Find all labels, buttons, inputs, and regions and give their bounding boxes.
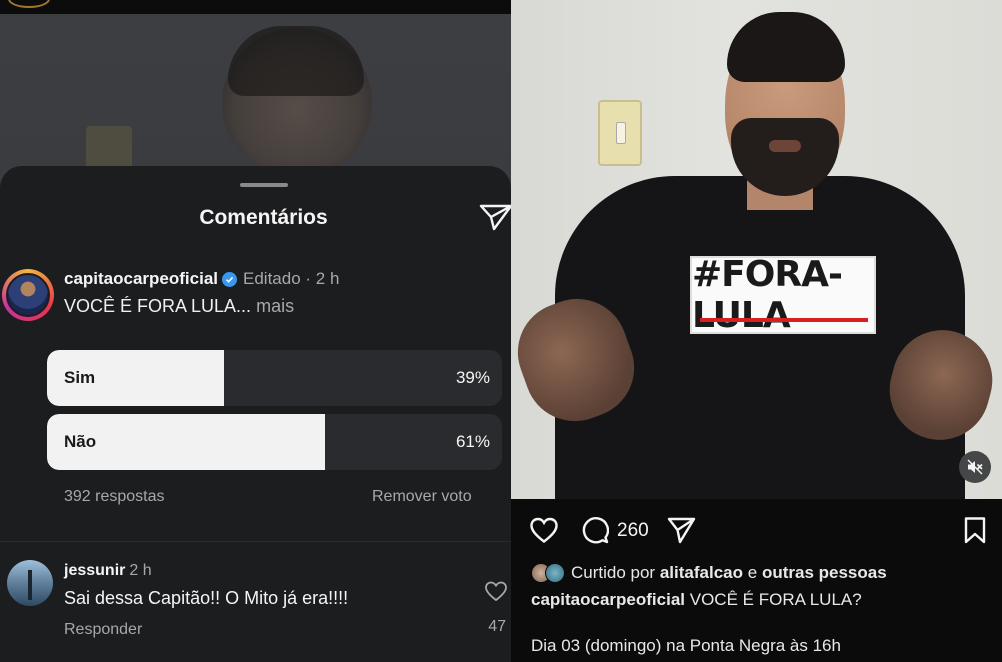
send-icon[interactable] — [478, 202, 511, 232]
liker-avatar — [545, 563, 565, 583]
poll-option-sim[interactable]: Sim 39% — [47, 350, 502, 406]
poll-option-percent: 39% — [455, 368, 490, 387]
poll-responses[interactable]: 392 respostas — [64, 488, 165, 506]
poll-option-percent: 61% — [455, 432, 490, 451]
caption-username[interactable]: capitaocarpeoficial — [531, 590, 685, 609]
story-ring-fragment — [8, 0, 50, 8]
commenter-username[interactable]: jessunir — [64, 562, 125, 579]
post-image[interactable]: #FORA-LULA — [511, 0, 1002, 499]
bookmark-icon[interactable] — [963, 516, 987, 544]
liked-user[interactable]: alitafalcao — [660, 563, 743, 582]
more-link[interactable]: mais — [256, 296, 294, 316]
liked-join: e — [747, 563, 758, 582]
caption-line-2: Dia 03 (domingo) na Ponta Negra às 16h — [531, 636, 841, 655]
post-caption: capitaocarpeoficial VOCÊ É FORA LULA? — [531, 590, 862, 610]
liked-others[interactable]: outras pessoas — [762, 563, 887, 582]
divider — [0, 541, 511, 542]
shirt-print-text: #FORA-LULA — [690, 254, 876, 336]
top-strip — [0, 0, 511, 14]
heart-icon[interactable] — [484, 580, 508, 602]
post-panel: #FORA-LULA 260 Curtido por alitafalcao e… — [511, 0, 1002, 662]
caption-text: VOCÊ É FORA LULA? — [689, 590, 862, 609]
poll-option-label: Sim — [64, 368, 96, 387]
person-hair-shape — [228, 26, 364, 96]
poll-option-label: Não — [64, 432, 97, 451]
verified-badge-icon — [222, 271, 238, 287]
commenter-avatar[interactable] — [7, 560, 53, 606]
mute-button[interactable] — [959, 451, 991, 483]
sheet-title: Comentários — [199, 206, 328, 229]
wall-switch-shape — [598, 100, 642, 166]
speaker-muted-icon — [967, 459, 983, 475]
post-caption: VOCÊ É FORA LULA... mais — [64, 296, 294, 317]
avatar-image — [6, 273, 50, 317]
caption-text: VOCÊ É FORA LULA... — [64, 296, 252, 316]
send-icon[interactable] — [666, 516, 696, 544]
liked-by-row[interactable]: Curtido por alitafalcao e outras pessoas — [531, 563, 887, 583]
poll-option-nao[interactable]: Não 61% — [47, 414, 502, 470]
post-actions: 260 — [511, 510, 1002, 550]
person-hair-shape — [727, 12, 845, 82]
comment-like-count: 47 — [488, 618, 506, 635]
comments-panel: Comentários capitaocarpeoficial Editado … — [0, 0, 511, 662]
comment-count[interactable]: 260 — [617, 520, 649, 542]
author-meta: Editado · 2 h — [243, 269, 340, 288]
person-mouth-shape — [769, 140, 801, 152]
comments-sheet: Comentários capitaocarpeoficial Editado … — [0, 166, 511, 662]
comment-header: jessunir 2 h — [64, 562, 152, 580]
reply-button[interactable]: Responder — [64, 621, 142, 639]
comment-text: Sai dessa Capitão!! O Mito já era!!!! — [64, 588, 349, 608]
liked-by-text: Curtido por alitafalcao e outras pessoas — [571, 563, 887, 583]
comment-time: 2 h — [129, 562, 152, 579]
sheet-drag-handle[interactable] — [240, 183, 288, 187]
author-row: capitaocarpeoficial Editado · 2 h — [64, 269, 339, 289]
liked-prefix: Curtido por — [571, 563, 656, 582]
author-avatar[interactable] — [2, 269, 54, 321]
like-heart-icon[interactable] — [529, 516, 559, 544]
author-username[interactable]: capitaocarpeoficial — [64, 269, 218, 289]
remove-vote-button[interactable]: Remover voto — [372, 488, 472, 506]
comment-bubble-icon[interactable] — [581, 516, 609, 544]
